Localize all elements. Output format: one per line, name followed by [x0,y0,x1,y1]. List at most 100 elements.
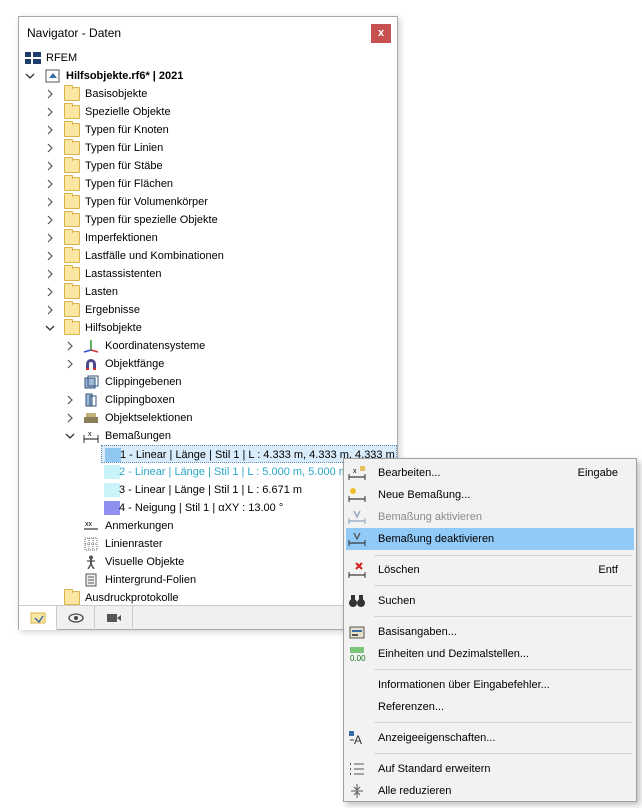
base-data-icon [348,624,366,640]
menu-separator [374,616,632,617]
close-button[interactable]: x [371,24,391,43]
context-menu: x Bearbeiten... Eingabe Neue Bemaßung...… [343,458,637,802]
folder-icon [64,175,80,191]
svg-text:A: A [354,733,362,746]
tree-item-folder[interactable]: Typen für Flächen [19,175,397,193]
tree-item-hilfsobjekte[interactable]: Hilfsobjekte [19,319,397,337]
navigator-window: Navigator - Daten x RFEM Hilfsobjekte.rf… [18,16,398,630]
menu-item-basisangaben[interactable]: Basisangaben... [346,621,634,643]
tree-item-folder[interactable]: Basisobjekte [19,85,397,103]
tree-item-clippingboxen[interactable]: Clippingboxen [19,391,397,409]
chevron-right-icon[interactable] [45,157,55,175]
menu-item-suchen[interactable]: Suchen [346,590,634,612]
chevron-right-icon[interactable] [65,355,75,373]
menu-shortcut: Entf [598,564,618,576]
tab-camera[interactable] [95,606,133,630]
tree-item-clippingebenen[interactable]: Clippingebenen [19,373,397,391]
tree-label: Basisobjekte [85,88,148,100]
tree-item-folder[interactable]: Imperfektionen [19,229,397,247]
svg-text:x: x [353,468,357,475]
menu-label: Löschen [378,564,420,576]
tab-view[interactable] [57,606,95,630]
tree-item-file[interactable]: Hilfsobjekte.rf6* | 2021 [19,67,397,85]
menu-item-alle-reduzieren[interactable]: Alle reduzieren [346,780,634,802]
menu-label: Neue Bemaßung... [378,489,471,501]
tree-item-bemassungen[interactable]: x Bemaßungen [19,427,397,445]
tree-label: Bemaßungen [105,430,172,442]
clipping-box-icon [83,393,99,407]
folder-icon [64,121,80,137]
tree-item-folder[interactable]: Typen für Linien [19,139,397,157]
person-icon [83,555,99,570]
menu-separator [374,555,632,556]
chevron-right-icon[interactable] [45,121,55,139]
chevron-right-icon[interactable] [45,247,55,265]
chevron-right-icon[interactable] [45,301,55,319]
tree-item-folder[interactable]: Typen für Knoten [19,121,397,139]
tree-item-folder[interactable]: Lastassistenten [19,265,397,283]
menu-label: Referenzen... [378,701,445,713]
expand-icon [348,761,366,777]
menu-separator [374,722,632,723]
chevron-right-icon[interactable] [65,391,75,409]
tree-item-anmerkungen[interactable]: xx Anmerkungen [19,517,397,535]
deactivate-dimension-icon [348,531,366,547]
chevron-down-icon[interactable] [25,67,35,85]
tree-item-folder[interactable]: Typen für Stäbe [19,157,397,175]
tree-label: Anmerkungen [105,520,174,532]
tree-item-folder[interactable]: Typen für Volumenkörper [19,193,397,211]
tree-label: RFEM [46,52,78,64]
chevron-right-icon[interactable] [45,193,55,211]
menu-item-informationen[interactable]: Informationen über Eingabefehler... [346,674,634,696]
tree-item-folder[interactable]: Ergebnisse [19,301,397,319]
object-selection-icon [83,411,99,425]
tree-item-visuelle-objekte[interactable]: Visuelle Objekte [19,553,397,571]
dimension-icon: x [83,429,99,443]
tree-label: Typen für Volumenkörper [85,196,208,208]
chevron-right-icon[interactable] [65,409,75,427]
chevron-right-icon[interactable] [45,283,55,301]
tree-label: Typen für spezielle Objekte [85,214,218,226]
menu-item-neue-bemassung[interactable]: Neue Bemaßung... [346,484,634,506]
navigator-tabs [19,605,397,630]
tree-item-hintergrund-folien[interactable]: Hintergrund-Folien [19,571,397,589]
chevron-right-icon[interactable] [45,175,55,193]
background-layer-icon [83,573,99,587]
navigator-tree: RFEM Hilfsobjekte.rf6* | 2021 Basisobjek… [19,49,397,605]
chevron-right-icon[interactable] [45,139,55,157]
menu-item-auf-standard-erweitern[interactable]: Auf Standard erweitern [346,758,634,780]
chevron-right-icon[interactable] [45,103,55,121]
tree-label: Lasten [85,286,119,298]
tree-item-folder[interactable]: Lastfälle und Kombinationen [19,247,397,265]
chevron-right-icon[interactable] [45,85,55,103]
tree-item-folder[interactable]: Spezielle Objekte [19,103,397,121]
chevron-down-icon[interactable] [65,427,75,445]
menu-item-loeschen[interactable]: Löschen Entf [346,559,634,581]
tree-item-koordinatensysteme[interactable]: Koordinatensysteme [19,337,397,355]
tree-item-objektselektionen[interactable]: Objektselektionen [19,409,397,427]
tree-item-rfem[interactable]: RFEM [19,49,397,67]
menu-label: Anzeigeeigenschaften... [378,732,496,744]
menu-item-bemassung-deaktivieren[interactable]: Bemaßung deaktivieren [346,528,634,550]
folder-open-icon [64,319,80,335]
chevron-right-icon[interactable] [45,211,55,229]
collapse-icon [348,783,366,799]
tree-item-folder[interactable]: Typen für spezielle Objekte [19,211,397,229]
chevron-right-icon[interactable] [45,229,55,247]
tree-item-ausdruckprotokolle[interactable]: Ausdruckprotokolle [19,589,397,605]
menu-item-bearbeiten[interactable]: x Bearbeiten... Eingabe [346,462,634,484]
tab-data[interactable] [19,606,57,630]
chevron-right-icon[interactable] [65,337,75,355]
menu-item-anzeigeeigenschaften[interactable]: A Anzeigeeigenschaften... [346,727,634,749]
menu-item-referenzen[interactable]: Referenzen... [346,696,634,718]
tree-item-objektfaenge[interactable]: Objektfänge [19,355,397,373]
menu-item-bemassung-aktivieren[interactable]: Bemaßung aktivieren [346,506,634,528]
tree-item-folder[interactable]: Lasten [19,283,397,301]
tree-label: Ausdruckprotokolle [85,592,179,604]
tree-label: Ergebnisse [85,304,141,316]
chevron-down-icon[interactable] [45,319,55,337]
chevron-right-icon[interactable] [45,265,55,283]
dimension-color-swatch [104,483,120,497]
tree-item-linienraster[interactable]: Linienraster [19,535,397,553]
menu-item-einheiten[interactable]: 0.00 Einheiten und Dezimalstellen... [346,643,634,665]
